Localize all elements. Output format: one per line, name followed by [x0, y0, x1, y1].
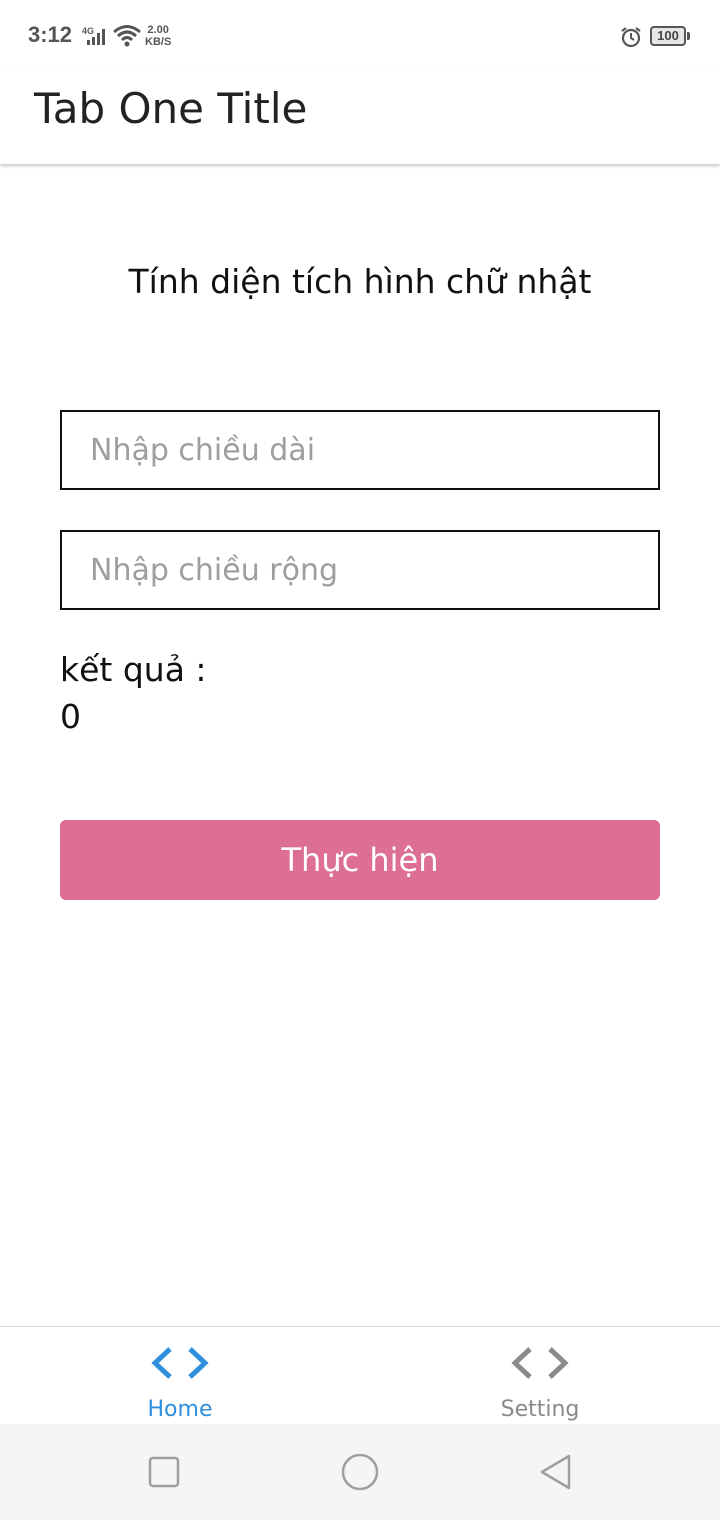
recent-apps-icon[interactable] [144, 1452, 184, 1492]
system-nav-bar [0, 1424, 720, 1520]
battery-icon: 100 [650, 26, 686, 46]
bottom-tab-bar: Home Setting [0, 1326, 720, 1424]
code-icon [150, 1345, 210, 1385]
alarm-icon [620, 26, 642, 52]
tab-setting[interactable]: Setting [360, 1327, 720, 1425]
network-speed-value: 2.00 [147, 24, 169, 36]
length-input[interactable] [60, 410, 660, 490]
status-bar: 3:12 4G 2.00 KB/S 100 [0, 0, 720, 72]
form-heading: Tính diện tích hình chữ nhật [128, 262, 592, 301]
result-value: 0 [60, 697, 81, 736]
status-time: 3:12 [28, 22, 73, 47]
app-bar: Tab One Title [0, 72, 720, 164]
width-input[interactable] [60, 530, 660, 610]
back-triangle-icon[interactable] [536, 1452, 576, 1492]
page-title: Tab One Title [34, 84, 308, 133]
network-speed-unit: KB/S [145, 36, 172, 48]
code-icon [510, 1345, 570, 1385]
tab-home-label: Home [147, 1397, 213, 1422]
network-speed: 2.00 KB/S [145, 24, 171, 48]
submit-button[interactable]: Thực hiện [60, 820, 660, 900]
tab-setting-label: Setting [500, 1397, 580, 1422]
battery-tip [687, 32, 690, 40]
signal-icon [86, 28, 106, 50]
result-label: kết quả : [60, 650, 207, 689]
tab-home[interactable]: Home [0, 1327, 360, 1425]
home-circle-icon[interactable] [340, 1452, 380, 1492]
wifi-icon [112, 24, 142, 52]
